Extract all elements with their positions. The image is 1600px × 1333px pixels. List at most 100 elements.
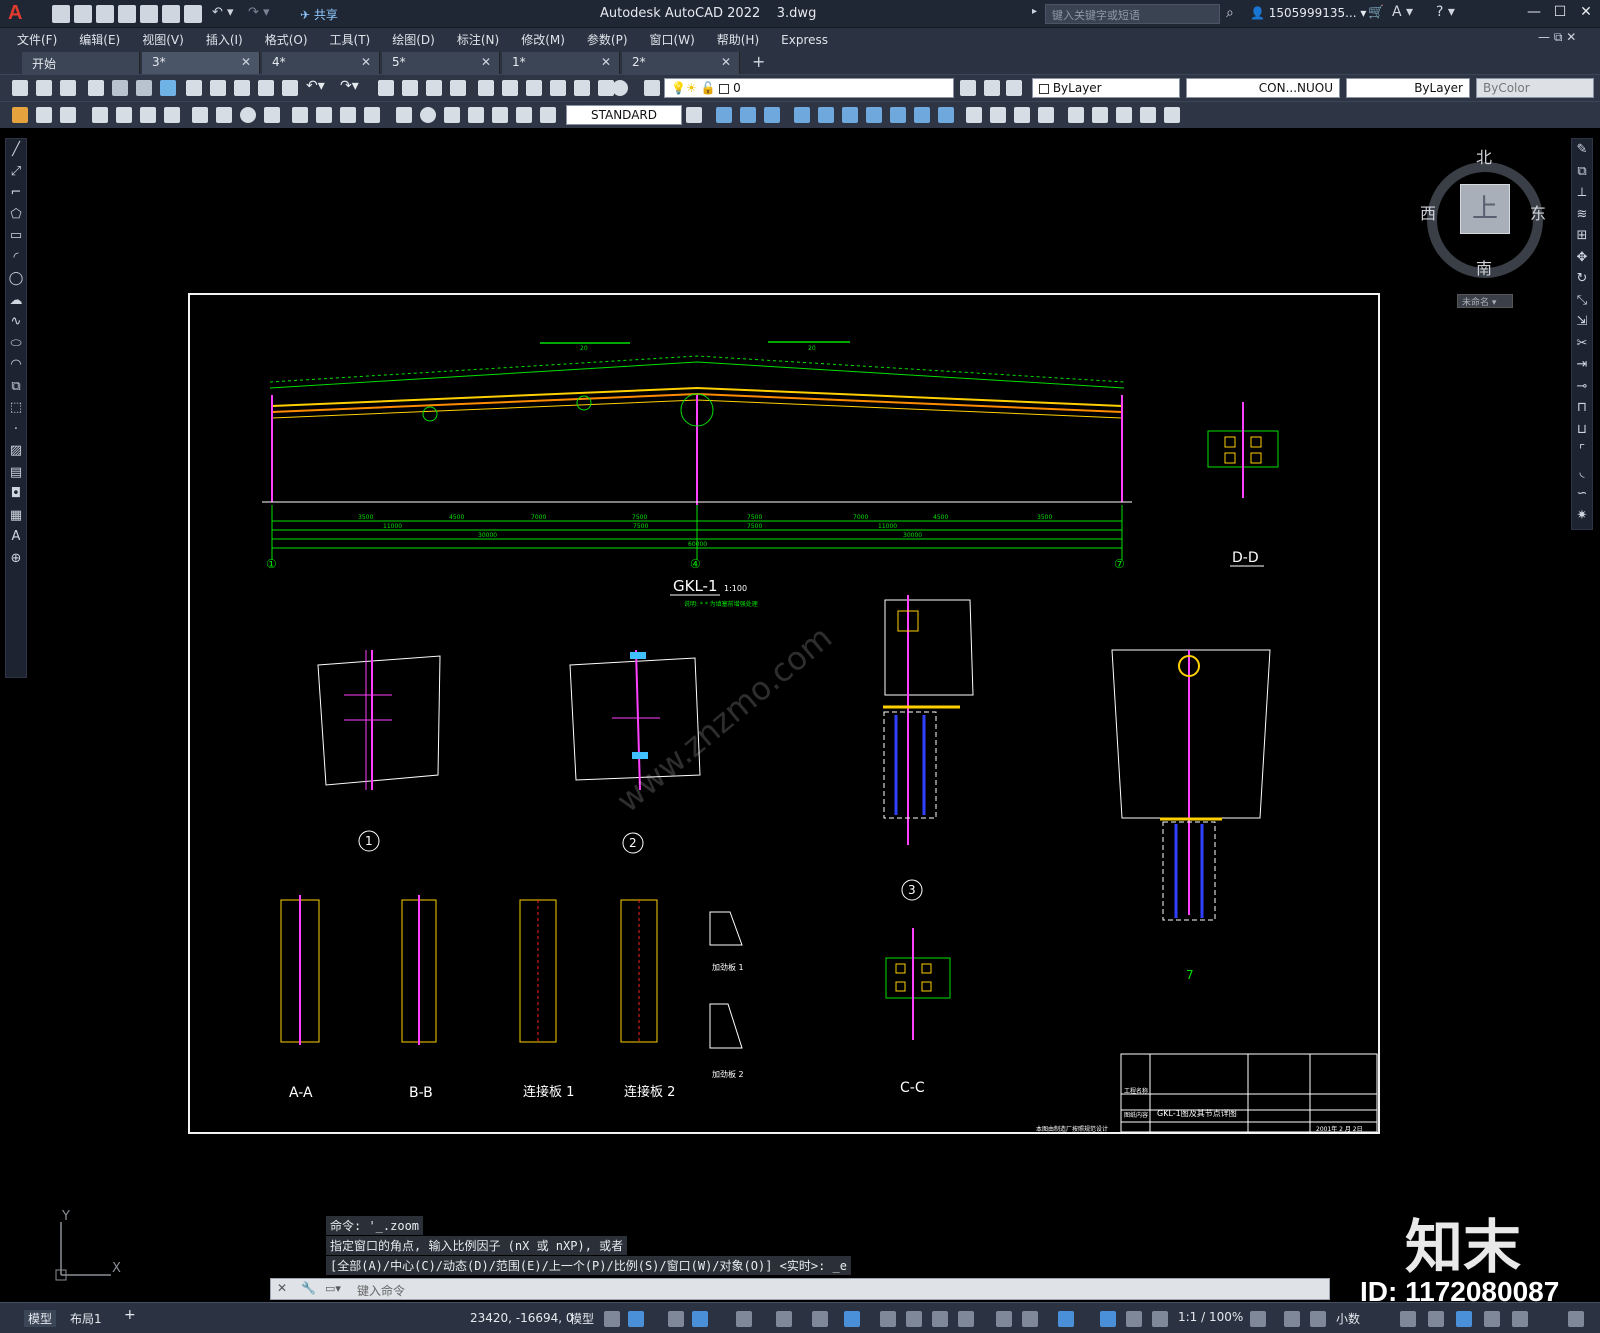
- gizmo-icon[interactable]: [1058, 1311, 1074, 1327]
- dynamic-ucs-icon[interactable]: [996, 1311, 1012, 1327]
- stiffener-2-shape: [709, 1003, 743, 1049]
- command-input[interactable]: 键入命令: [357, 1282, 405, 1299]
- isolate-objects-icon[interactable]: [1456, 1311, 1472, 1327]
- dim-label: 7000: [531, 514, 546, 521]
- add-layout-button[interactable]: +: [124, 1307, 136, 1323]
- cursor-coordinates: 23420, -16694, 0: [470, 1311, 574, 1325]
- sheet-frame: [188, 293, 1380, 1134]
- dim-label: 7500: [747, 523, 762, 530]
- watermark-brand: 知末: [1405, 1213, 1522, 1281]
- auto-scale-icon[interactable]: [1126, 1311, 1142, 1327]
- lock-ui-icon[interactable]: [1428, 1311, 1444, 1327]
- units-dropdown[interactable]: 小数: [1336, 1310, 1360, 1327]
- dim-label: 11000: [878, 523, 897, 530]
- command-line: ✕ 🔧 ▭▾ 键入命令: [270, 1278, 1330, 1300]
- 3d-osnap-icon[interactable]: [958, 1311, 974, 1327]
- annotation-monitor-icon[interactable]: [1284, 1311, 1300, 1327]
- project-label: 工程名称: [1124, 1087, 1148, 1095]
- viewcube-east[interactable]: 东: [1530, 200, 1546, 224]
- viewcube-north[interactable]: 北: [1476, 144, 1492, 168]
- dd-bolt: [1250, 452, 1262, 464]
- transparency-icon[interactable]: [906, 1311, 922, 1327]
- dim-label: 7500: [632, 514, 647, 521]
- status-bar: 模型 布局1 + 23420, -16694, 0 模型 1:1 / 100% …: [0, 1302, 1600, 1333]
- workspace-gear-icon[interactable]: [1250, 1311, 1266, 1327]
- detail-label-3: 3: [908, 883, 916, 897]
- model-space-toggle[interactable]: 模型: [570, 1310, 594, 1327]
- connection-plate-1-label: 连接板 1: [523, 1084, 574, 1100]
- detail-label-1: 1: [365, 834, 373, 848]
- dim-label: 7000: [853, 514, 868, 521]
- dim-label: 30000: [478, 532, 497, 539]
- polar-tracking-icon[interactable]: [736, 1311, 752, 1327]
- dimension-chain-top-2: [269, 355, 1125, 383]
- close-command-icon[interactable]: ✕: [277, 1281, 287, 1295]
- axis-label: ①: [266, 557, 277, 571]
- section-label-bb: B-B: [409, 1085, 433, 1101]
- command-history-line: 命令: '_.zoom: [326, 1216, 424, 1235]
- object-snap-icon[interactable]: [844, 1311, 860, 1327]
- isometric-icon[interactable]: [776, 1311, 792, 1327]
- cc-bolt: [895, 981, 906, 992]
- annotation-visibility-icon[interactable]: [1100, 1311, 1116, 1327]
- detail-marker: [422, 406, 438, 422]
- command-prompt-line: [全部(A)/中心(C)/动态(D)/范围(E)/上一个(P)/比例(S)/窗口…: [326, 1256, 851, 1275]
- main-drawing-title: GKL-1: [673, 577, 718, 595]
- grid-icon[interactable]: [604, 1311, 620, 1327]
- main-note: 说明: * * 为填塞前增强处理: [684, 600, 758, 608]
- dim-label: 3500: [358, 514, 373, 521]
- drawing-name: GKL-1图及其节点详图: [1157, 1108, 1237, 1118]
- dd-bolt: [1224, 452, 1236, 464]
- section-label-cc: C-C: [900, 1080, 925, 1096]
- autocad-window: A ↶ ▾ ↷ ▾ ✈ 共享 Autodesk AutoCAD 2022 3.d…: [0, 0, 1600, 1333]
- stiffener-1-shape: [709, 911, 743, 946]
- viewcube-top-face[interactable]: 上: [1460, 184, 1510, 234]
- annotation-scale-dropdown[interactable]: 1:1 / 100%: [1178, 1310, 1243, 1324]
- main-drawing-scale: 1:100: [724, 584, 747, 593]
- ucs-menu[interactable]: 未命名 ▾: [1457, 294, 1513, 308]
- viewcube-south[interactable]: 南: [1476, 255, 1492, 279]
- graphics-performance-icon[interactable]: [1484, 1311, 1500, 1327]
- cc-bolt: [921, 963, 932, 974]
- dd-bolt: [1250, 436, 1262, 448]
- ortho-icon[interactable]: [692, 1311, 708, 1327]
- connection-plate-2-label: 连接板 2: [624, 1084, 675, 1100]
- quick-properties-icon[interactable]: [1400, 1311, 1416, 1327]
- lineweight-icon[interactable]: [880, 1311, 896, 1327]
- object-snap-tracking-icon[interactable]: [812, 1311, 828, 1327]
- recent-commands-icon[interactable]: ▭▾: [325, 1282, 341, 1295]
- name-label: 图纸内容: [1124, 1111, 1148, 1119]
- axis-label: ④: [690, 557, 701, 571]
- dim-label: 60000: [688, 541, 707, 548]
- dim-label: 4500: [449, 514, 464, 521]
- drawing-date: 2001年 2 月 2日: [1316, 1125, 1363, 1133]
- clean-screen-icon[interactable]: [1512, 1311, 1528, 1327]
- detail-label-7: 7: [1186, 968, 1194, 982]
- axis-label: ⑦: [1114, 557, 1125, 571]
- customization-icon[interactable]: [1568, 1311, 1584, 1327]
- annotation-scale-icon[interactable]: [1152, 1311, 1168, 1327]
- tab-layout1[interactable]: 布局1: [70, 1310, 102, 1327]
- dim-label: 7500: [633, 523, 648, 530]
- detail-label-2: 2: [629, 836, 637, 850]
- viewcube-west[interactable]: 西: [1420, 200, 1436, 224]
- stiffener-2-label: 加劲板 2: [712, 1069, 744, 1079]
- selection-cycling-icon[interactable]: [932, 1311, 948, 1327]
- title-block: [1120, 1053, 1378, 1133]
- detail-2-bolt: [630, 652, 646, 659]
- dimension-chain-top: [269, 361, 1125, 389]
- infer-constraints-icon[interactable]: [668, 1311, 684, 1327]
- dim-label: 3500: [1037, 514, 1052, 521]
- snap-icon[interactable]: [628, 1311, 644, 1327]
- selection-filter-icon[interactable]: [1022, 1311, 1038, 1327]
- dd-bolt: [1224, 436, 1236, 448]
- units-icon[interactable]: [1310, 1311, 1326, 1327]
- section-label-aa: A-A: [289, 1085, 313, 1101]
- detail-2-bolt: [632, 752, 648, 759]
- section-label-dd: D-D: [1232, 550, 1259, 566]
- command-history-line: 指定窗口的角点, 输入比例因子 (nX 或 nXP), 或者: [326, 1236, 628, 1255]
- tab-model[interactable]: 模型: [24, 1310, 57, 1327]
- detail-3-footing: [883, 711, 937, 819]
- ucs-x-label: X: [112, 1261, 121, 1276]
- customize-icon[interactable]: 🔧: [301, 1281, 316, 1295]
